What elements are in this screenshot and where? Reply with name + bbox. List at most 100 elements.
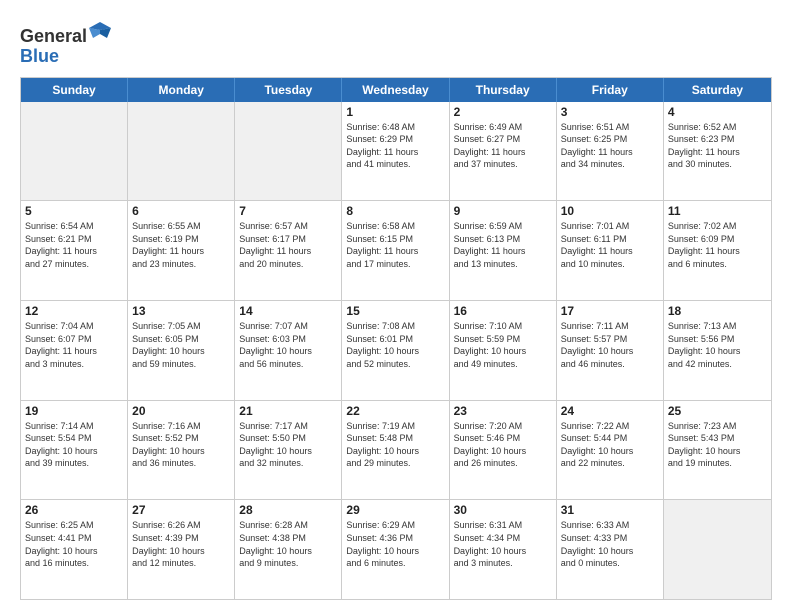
calendar-cell: 11Sunrise: 7:02 AM Sunset: 6:09 PM Dayli… — [664, 201, 771, 300]
calendar-cell: 8 Sunrise: 6:58 AM Sunset: 6:15 PM Daylig… — [342, 201, 449, 300]
day-number: 28 — [239, 503, 337, 517]
day-number: 18 — [668, 304, 767, 318]
calendar-cell: 7Sunrise: 6:57 AM Sunset: 6:17 PM Daylig… — [235, 201, 342, 300]
cell-info: Sunrise: 6:55 AM Sunset: 6:19 PM Dayligh… — [132, 220, 230, 270]
day-number: 20 — [132, 404, 230, 418]
cell-info: Sunrise: 7:22 AM Sunset: 5:44 PM Dayligh… — [561, 420, 659, 470]
day-number: 2 — [454, 105, 552, 119]
cell-info: Sunrise: 6:25 AM Sunset: 4:41 PM Dayligh… — [25, 519, 123, 569]
day-number: 3 — [561, 105, 659, 119]
calendar-cell: 17 Sunrise: 7:11 AM Sunset: 5:57 PM Dayli… — [557, 301, 664, 400]
calendar-cell: 18 Sunrise: 7:13 AM Sunset: 5:56 PM Dayli… — [664, 301, 771, 400]
calendar-week-3: 12 Sunrise: 7:04 AM Sunset: 6:07 PM Dayli… — [21, 301, 771, 401]
calendar-cell: 15 Sunrise: 7:08 AM Sunset: 6:01 PM Dayli… — [342, 301, 449, 400]
calendar-cell: 2 Sunrise: 6:49 AM Sunset: 6:27 PM Daylig… — [450, 102, 557, 201]
calendar-cell — [664, 500, 771, 599]
day-number: 22 — [346, 404, 444, 418]
calendar-cell: 21Sunrise: 7:17 AM Sunset: 5:50 PM Dayli… — [235, 401, 342, 500]
day-number: 30 — [454, 503, 552, 517]
day-number: 13 — [132, 304, 230, 318]
day-number: 19 — [25, 404, 123, 418]
calendar-cell: 12 Sunrise: 7:04 AM Sunset: 6:07 PM Dayli… — [21, 301, 128, 400]
calendar-cell: 1 Sunrise: 6:48 AM Sunset: 6:29 PM Daylig… — [342, 102, 449, 201]
day-number: 1 — [346, 105, 444, 119]
day-number: 16 — [454, 304, 552, 318]
cell-info: Sunrise: 6:58 AM Sunset: 6:15 PM Dayligh… — [346, 220, 444, 270]
calendar-cell: 30 Sunrise: 6:31 AM Sunset: 4:34 PM Dayli… — [450, 500, 557, 599]
cell-info: Sunrise: 6:29 AM Sunset: 4:36 PM Dayligh… — [346, 519, 444, 569]
calendar-cell — [235, 102, 342, 201]
day-number: 10 — [561, 204, 659, 218]
calendar-cell: 4 Sunrise: 6:52 AM Sunset: 6:23 PM Daylig… — [664, 102, 771, 201]
day-header-sunday: Sunday — [21, 78, 128, 102]
calendar-header: SundayMondayTuesdayWednesdayThursdayFrid… — [21, 78, 771, 102]
calendar-cell: 22 Sunrise: 7:19 AM Sunset: 5:48 PM Dayli… — [342, 401, 449, 500]
day-header-thursday: Thursday — [450, 78, 557, 102]
day-number: 27 — [132, 503, 230, 517]
day-header-saturday: Saturday — [664, 78, 771, 102]
cell-info: Sunrise: 6:48 AM Sunset: 6:29 PM Dayligh… — [346, 121, 444, 171]
calendar-cell: 19Sunrise: 7:14 AM Sunset: 5:54 PM Dayli… — [21, 401, 128, 500]
calendar-cell: 26Sunrise: 6:25 AM Sunset: 4:41 PM Dayli… — [21, 500, 128, 599]
logo-bird-icon — [89, 20, 111, 42]
day-number: 25 — [668, 404, 767, 418]
cell-info: Sunrise: 6:59 AM Sunset: 6:13 PM Dayligh… — [454, 220, 552, 270]
calendar-cell — [21, 102, 128, 201]
cell-info: Sunrise: 7:10 AM Sunset: 5:59 PM Dayligh… — [454, 320, 552, 370]
cell-info: Sunrise: 6:51 AM Sunset: 6:25 PM Dayligh… — [561, 121, 659, 171]
cell-info: Sunrise: 7:01 AM Sunset: 6:11 PM Dayligh… — [561, 220, 659, 270]
cell-info: Sunrise: 6:33 AM Sunset: 4:33 PM Dayligh… — [561, 519, 659, 569]
calendar-cell: 5 Sunrise: 6:54 AM Sunset: 6:21 PM Daylig… — [21, 201, 128, 300]
cell-info: Sunrise: 7:17 AM Sunset: 5:50 PM Dayligh… — [239, 420, 337, 470]
calendar-cell: 6 Sunrise: 6:55 AM Sunset: 6:19 PM Daylig… — [128, 201, 235, 300]
calendar-cell: 29 Sunrise: 6:29 AM Sunset: 4:36 PM Dayli… — [342, 500, 449, 599]
day-number: 23 — [454, 404, 552, 418]
day-header-wednesday: Wednesday — [342, 78, 449, 102]
cell-info: Sunrise: 7:13 AM Sunset: 5:56 PM Dayligh… — [668, 320, 767, 370]
cell-info: Sunrise: 7:11 AM Sunset: 5:57 PM Dayligh… — [561, 320, 659, 370]
calendar-cell: 27 Sunrise: 6:26 AM Sunset: 4:39 PM Dayli… — [128, 500, 235, 599]
calendar-week-2: 5 Sunrise: 6:54 AM Sunset: 6:21 PM Daylig… — [21, 201, 771, 301]
day-number: 15 — [346, 304, 444, 318]
cell-info: Sunrise: 6:49 AM Sunset: 6:27 PM Dayligh… — [454, 121, 552, 171]
calendar-cell: 25 Sunrise: 7:23 AM Sunset: 5:43 PM Dayli… — [664, 401, 771, 500]
day-number: 5 — [25, 204, 123, 218]
day-number: 9 — [454, 204, 552, 218]
cell-info: Sunrise: 6:54 AM Sunset: 6:21 PM Dayligh… — [25, 220, 123, 270]
calendar-week-5: 26Sunrise: 6:25 AM Sunset: 4:41 PM Dayli… — [21, 500, 771, 599]
day-number: 6 — [132, 204, 230, 218]
cell-info: Sunrise: 7:04 AM Sunset: 6:07 PM Dayligh… — [25, 320, 123, 370]
calendar-cell: 14Sunrise: 7:07 AM Sunset: 6:03 PM Dayli… — [235, 301, 342, 400]
calendar-cell: 10 Sunrise: 7:01 AM Sunset: 6:11 PM Dayli… — [557, 201, 664, 300]
logo-general: General — [20, 26, 87, 46]
cell-info: Sunrise: 7:19 AM Sunset: 5:48 PM Dayligh… — [346, 420, 444, 470]
day-number: 8 — [346, 204, 444, 218]
calendar-cell: 24Sunrise: 7:22 AM Sunset: 5:44 PM Dayli… — [557, 401, 664, 500]
calendar-cell: 9 Sunrise: 6:59 AM Sunset: 6:13 PM Daylig… — [450, 201, 557, 300]
day-number: 17 — [561, 304, 659, 318]
calendar-week-1: 1 Sunrise: 6:48 AM Sunset: 6:29 PM Daylig… — [21, 102, 771, 202]
day-number: 12 — [25, 304, 123, 318]
calendar-cell: 16 Sunrise: 7:10 AM Sunset: 5:59 PM Dayli… — [450, 301, 557, 400]
day-number: 4 — [668, 105, 767, 119]
day-header-monday: Monday — [128, 78, 235, 102]
cell-info: Sunrise: 6:52 AM Sunset: 6:23 PM Dayligh… — [668, 121, 767, 171]
cell-info: Sunrise: 6:26 AM Sunset: 4:39 PM Dayligh… — [132, 519, 230, 569]
calendar-body: 1 Sunrise: 6:48 AM Sunset: 6:29 PM Daylig… — [21, 102, 771, 599]
cell-info: Sunrise: 7:07 AM Sunset: 6:03 PM Dayligh… — [239, 320, 337, 370]
cell-info: Sunrise: 6:31 AM Sunset: 4:34 PM Dayligh… — [454, 519, 552, 569]
day-number: 31 — [561, 503, 659, 517]
calendar-cell: 3 Sunrise: 6:51 AM Sunset: 6:25 PM Daylig… — [557, 102, 664, 201]
calendar-cell — [128, 102, 235, 201]
cell-info: Sunrise: 7:05 AM Sunset: 6:05 PM Dayligh… — [132, 320, 230, 370]
calendar: SundayMondayTuesdayWednesdayThursdayFrid… — [20, 77, 772, 600]
calendar-cell: 20 Sunrise: 7:16 AM Sunset: 5:52 PM Dayli… — [128, 401, 235, 500]
cell-info: Sunrise: 7:16 AM Sunset: 5:52 PM Dayligh… — [132, 420, 230, 470]
cell-info: Sunrise: 7:23 AM Sunset: 5:43 PM Dayligh… — [668, 420, 767, 470]
calendar-cell: 13 Sunrise: 7:05 AM Sunset: 6:05 PM Dayli… — [128, 301, 235, 400]
calendar-cell: 28Sunrise: 6:28 AM Sunset: 4:38 PM Dayli… — [235, 500, 342, 599]
day-number: 29 — [346, 503, 444, 517]
cell-info: Sunrise: 7:08 AM Sunset: 6:01 PM Dayligh… — [346, 320, 444, 370]
day-header-friday: Friday — [557, 78, 664, 102]
calendar-cell: 31 Sunrise: 6:33 AM Sunset: 4:33 PM Dayli… — [557, 500, 664, 599]
